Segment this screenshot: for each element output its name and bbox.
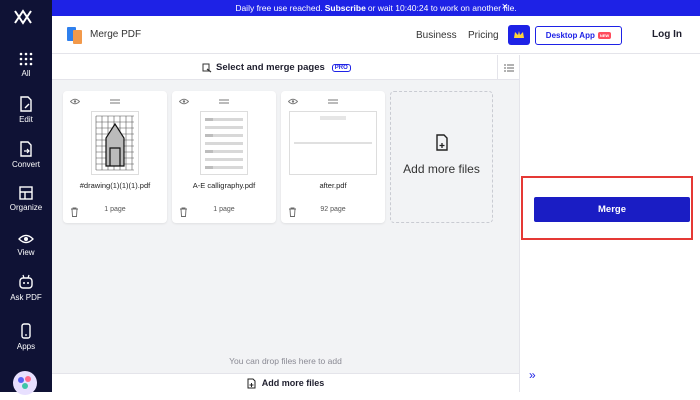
list-view-button[interactable] — [497, 55, 519, 80]
sidebar-item-edit[interactable]: Edit — [0, 96, 52, 124]
premium-button[interactable] — [508, 25, 530, 45]
pro-badge: PRO — [331, 63, 351, 72]
app-header: Merge PDF Business Pricing Desktop App N… — [52, 16, 700, 54]
file-name: #drawing(1)(1)(1).pdf — [79, 181, 151, 190]
page-count: 1 page — [213, 206, 235, 213]
sidebar-item-label: View — [17, 248, 35, 257]
workspace-toolbar: Select and merge pages PRO — [52, 55, 519, 80]
add-more-files-card[interactable]: Add more files — [390, 91, 493, 223]
trash-icon[interactable] — [179, 207, 188, 217]
phone-icon — [21, 323, 31, 339]
file-thumbnail — [91, 111, 139, 175]
merge-button[interactable]: Merge — [534, 197, 690, 222]
app-title: Merge PDF — [90, 29, 142, 40]
add-more-files-button[interactable]: Add more files — [52, 373, 519, 392]
trash-icon[interactable] — [288, 207, 297, 217]
file-card[interactable]: A-E calligraphy.pdf 1 page — [172, 91, 276, 223]
file-name: after.pdf — [319, 181, 347, 190]
page-count: 1 page — [104, 206, 126, 213]
file-card[interactable]: #drawing(1)(1)(1).pdf 1 page — [63, 91, 167, 223]
sidebar-item-label: Ask PDF — [10, 293, 42, 302]
add-more-files-label: Add more files — [403, 162, 480, 176]
desktop-app-button[interactable]: Desktop App NEW — [535, 26, 622, 45]
sidebar-item-label: All — [21, 69, 31, 78]
sidebar-item-label: Organize — [9, 203, 43, 212]
list-icon — [503, 64, 514, 71]
sidebar: All Edit Convert Organize View Ask PDF A… — [0, 0, 52, 395]
layout-icon — [19, 186, 33, 200]
robot-icon — [19, 274, 33, 289]
nav-business-link[interactable]: Business — [416, 30, 457, 41]
workspace-title: Select and merge pages PRO — [202, 62, 351, 73]
expand-panel-icon[interactable]: » — [529, 368, 536, 382]
desktop-app-label: Desktop App — [545, 31, 595, 40]
merge-workspace: Select and merge pages PRO #drawing(1)(1… — [52, 55, 519, 392]
sidebar-item-label: Edit — [19, 115, 33, 124]
drag-handle-icon[interactable] — [110, 99, 120, 104]
new-badge: NEW — [597, 32, 612, 39]
sidebar-item-convert[interactable]: Convert — [0, 141, 52, 169]
sidebar-item-label: Convert — [11, 160, 40, 169]
add-file-icon — [436, 134, 448, 151]
preview-eye-icon[interactable] — [288, 98, 298, 105]
preview-eye-icon[interactable] — [70, 98, 80, 105]
usage-banner: Daily free use reached. Subscribe or wai… — [52, 0, 700, 16]
drag-handle-icon[interactable] — [219, 99, 229, 104]
crown-icon — [514, 31, 524, 38]
select-pages-icon — [202, 63, 212, 72]
preview-eye-icon[interactable] — [179, 98, 189, 105]
banner-prefix: Daily free use reached. — [235, 3, 323, 13]
edit-doc-icon — [20, 96, 32, 112]
banner-close-icon[interactable]: × — [502, 1, 508, 13]
add-file-icon — [247, 378, 256, 388]
page-count: 92 page — [320, 206, 346, 213]
login-link[interactable]: Log In — [652, 29, 682, 40]
merge-pdf-app-icon — [67, 27, 82, 44]
file-card[interactable]: after.pdf 92 page — [281, 91, 385, 223]
file-thumbnail — [200, 111, 248, 175]
file-name: A-E calligraphy.pdf — [192, 181, 256, 190]
file-thumbnail — [289, 111, 377, 175]
drop-hint: You can drop files here to add — [229, 356, 342, 366]
sidebar-item-ask-pdf[interactable]: Ask PDF — [0, 274, 52, 302]
banner-suffix: or wait 10:40:24 to work on another file… — [367, 3, 517, 13]
convert-doc-icon — [20, 141, 32, 157]
nav-pricing-link[interactable]: Pricing — [468, 30, 499, 41]
sidebar-item-label: Apps — [16, 342, 36, 351]
subscribe-link[interactable]: Subscribe — [325, 3, 366, 13]
logo-icon[interactable] — [12, 8, 34, 31]
sidebar-item-view[interactable]: View — [0, 233, 52, 257]
eye-icon — [18, 234, 34, 244]
drag-handle-icon[interactable] — [328, 99, 338, 104]
trash-icon[interactable] — [70, 207, 79, 217]
sidebar-item-apps[interactable]: Apps — [0, 323, 52, 351]
avatar[interactable] — [13, 371, 37, 395]
workspace-title-text: Select and merge pages — [216, 62, 325, 73]
grid-icon — [19, 52, 33, 66]
sidebar-item-all[interactable]: All — [0, 52, 52, 78]
add-more-files-text: Add more files — [261, 378, 325, 388]
sidebar-item-organize[interactable]: Organize — [0, 186, 52, 212]
